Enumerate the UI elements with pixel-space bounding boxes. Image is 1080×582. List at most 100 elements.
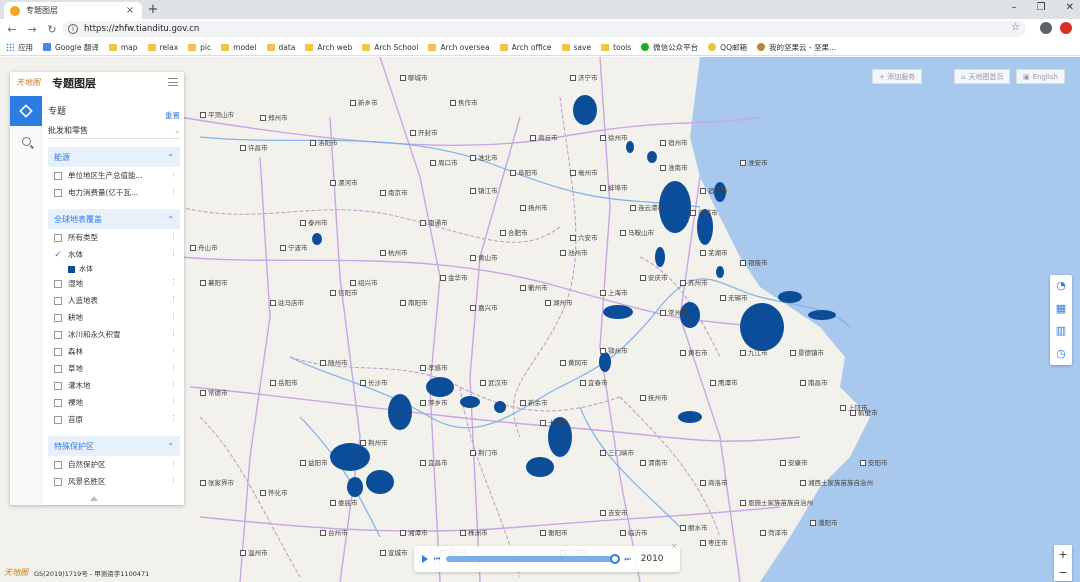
layer-item[interactable]: 耕地 ⋮ <box>48 309 180 326</box>
bookmark-item[interactable]: pic <box>188 43 211 52</box>
layer-item[interactable]: 草地 ⋮ <box>48 360 180 377</box>
site-info-icon[interactable]: i <box>68 24 78 34</box>
layer-checkbox[interactable] <box>54 477 62 486</box>
window-close-icon[interactable]: ✕ <box>1066 2 1074 13</box>
layer-item[interactable]: 灌木地 ⋮ <box>48 377 180 394</box>
timeline-close-icon[interactable]: × <box>670 542 678 552</box>
layer-item[interactable]: 人造地表 ⋮ <box>48 292 180 309</box>
table-icon[interactable]: ▦ <box>1055 302 1067 315</box>
language-button[interactable]: ▣ English <box>1016 69 1065 84</box>
forward-icon[interactable]: → <box>24 23 40 36</box>
bookmark-item[interactable]: 我的坚果云 - 坚果... <box>756 42 836 53</box>
layer-item[interactable]: ✓ 水体 ⋮ <box>48 246 180 263</box>
layer-checkbox[interactable] <box>54 347 62 356</box>
layer-checkbox[interactable] <box>54 415 62 424</box>
add-service-button[interactable]: + 添加服务 <box>872 69 923 84</box>
layer-checkbox[interactable] <box>54 171 62 180</box>
layer-item[interactable]: 苔原 ⋮ <box>48 411 180 428</box>
layer-item[interactable]: 冰川和永久积雪 ⋮ <box>48 326 180 343</box>
url-text[interactable]: https://zhfw.tianditu.gov.cn <box>84 24 199 34</box>
bookmark-item[interactable]: data <box>266 43 295 52</box>
tianditu-home-button[interactable]: ⌂ 天地图首页 <box>954 69 1011 84</box>
layer-checkbox[interactable] <box>54 460 62 469</box>
bookmark-item[interactable]: model <box>221 43 257 52</box>
skip-back-icon[interactable]: ⏮ <box>434 555 440 564</box>
layer-checkbox[interactable] <box>54 188 62 197</box>
timeline-slider[interactable] <box>446 554 620 564</box>
bookmark-item[interactable]: Arch oversea <box>428 43 490 52</box>
skip-forward-icon[interactable]: ⏭ <box>624 555 630 564</box>
basemap-icon[interactable]: ◔ <box>1055 280 1067 292</box>
layer-checkbox[interactable] <box>54 233 62 242</box>
timeline-handle[interactable] <box>609 554 620 564</box>
layer-item[interactable]: 裸地 ⋮ <box>48 394 180 411</box>
reset-button[interactable]: 重置 <box>165 110 180 121</box>
collapse-panel-icon[interactable] <box>90 496 98 501</box>
layer-item[interactable]: 森林 ⋮ <box>48 343 180 360</box>
more-options-icon[interactable]: ⋮ <box>170 170 177 178</box>
layer-item[interactable]: 自然保护区 ⋮ <box>48 456 180 473</box>
more-options-icon[interactable]: ⋮ <box>170 278 177 286</box>
layer-checkbox[interactable]: ✓ <box>54 250 62 259</box>
layer-group-header[interactable]: 全球地表覆盖 ⌃ <box>48 209 180 229</box>
more-options-icon[interactable]: ⋮ <box>170 295 177 303</box>
layer-checkbox[interactable] <box>54 330 62 339</box>
bookmark-item[interactable]: Arch School <box>362 43 418 52</box>
bookmark-item[interactable]: Arch office <box>499 43 552 52</box>
layer-checkbox[interactable] <box>54 381 62 390</box>
more-options-icon[interactable]: ⋮ <box>170 414 177 422</box>
more-options-icon[interactable]: ⋮ <box>170 363 177 371</box>
address-bar[interactable]: i https://zhfw.tianditu.gov.cn ☆ <box>62 21 1026 37</box>
bookmark-item[interactable]: relax <box>147 43 178 52</box>
menu-icon[interactable] <box>168 78 178 86</box>
reload-icon[interactable]: ↻ <box>44 23 60 36</box>
chart-icon[interactable]: ▥ <box>1055 325 1067 337</box>
bookmark-item[interactable]: map <box>108 43 138 52</box>
bookmark-item[interactable]: 微信公众平台 <box>641 42 698 53</box>
layer-item[interactable]: 所有类型 ⋮ <box>48 229 180 246</box>
search-tab[interactable] <box>10 126 42 156</box>
bookmark-item[interactable]: 应用 <box>6 42 33 53</box>
layer-item[interactable]: 电力消费量(亿千瓦... ⋮ <box>48 184 180 201</box>
bookmark-item[interactable]: save <box>561 43 591 52</box>
layer-item[interactable]: 单位地区生产总值能... ⋮ <box>48 167 180 184</box>
layer-checkbox[interactable] <box>54 296 62 305</box>
back-icon[interactable]: ← <box>4 23 20 36</box>
more-options-icon[interactable]: ⋮ <box>170 312 177 320</box>
more-options-icon[interactable]: ⋮ <box>170 476 177 484</box>
more-options-icon[interactable]: ⋮ <box>170 459 177 467</box>
restore-icon[interactable]: ❐ <box>1037 2 1046 13</box>
more-options-icon[interactable]: ⋮ <box>170 397 177 405</box>
extension-icon[interactable] <box>1060 22 1072 34</box>
more-options-icon[interactable]: ⋮ <box>170 187 177 195</box>
layer-checkbox[interactable] <box>54 364 62 373</box>
browser-tab[interactable]: 专题图层 × <box>4 2 142 19</box>
zoom-in-button[interactable]: + <box>1058 548 1067 561</box>
more-options-icon[interactable]: ⋮ <box>170 380 177 388</box>
bookmark-star-icon[interactable]: ☆ <box>1011 22 1020 33</box>
more-options-icon[interactable]: ⋮ <box>170 329 177 337</box>
layers-tab[interactable] <box>10 96 42 126</box>
topic-select[interactable]: 批发和零售 ⌄ <box>48 123 180 139</box>
clock-icon[interactable]: ◷ <box>1055 347 1067 360</box>
tab-close-icon[interactable]: × <box>124 5 136 16</box>
minimize-icon[interactable]: – <box>1012 2 1017 13</box>
bookmark-item[interactable]: Google 翻译 <box>43 42 99 53</box>
bookmark-item[interactable]: QQ邮箱 <box>708 42 747 53</box>
layer-group-header[interactable]: 特殊保护区 ⌃ <box>48 436 180 456</box>
play-icon[interactable] <box>422 555 428 563</box>
zoom-out-button[interactable]: − <box>1058 566 1067 579</box>
new-tab-button[interactable]: + <box>146 2 160 17</box>
layer-checkbox[interactable] <box>54 398 62 407</box>
more-options-icon[interactable]: ⋮ <box>170 232 177 240</box>
bookmark-item[interactable]: tools <box>601 43 631 52</box>
layer-checkbox[interactable] <box>54 313 62 322</box>
map-canvas[interactable]: 聊城市 济宁市 新乡市 焦作市 郑州市 开封市 商丘市 徐州市 宿州市 淮北市 洛阳市 平顶山市 许昌市… <box>0 57 1080 582</box>
layer-checkbox[interactable] <box>54 279 62 288</box>
layer-item[interactable]: 湿地 ⋮ <box>48 275 180 292</box>
bookmark-item[interactable]: Arch web <box>305 43 352 52</box>
layer-group-header[interactable]: 能源 ⌃ <box>48 147 180 167</box>
account-icon[interactable] <box>1040 22 1052 34</box>
more-options-icon[interactable]: ⋮ <box>170 249 177 257</box>
more-options-icon[interactable]: ⋮ <box>170 346 177 354</box>
